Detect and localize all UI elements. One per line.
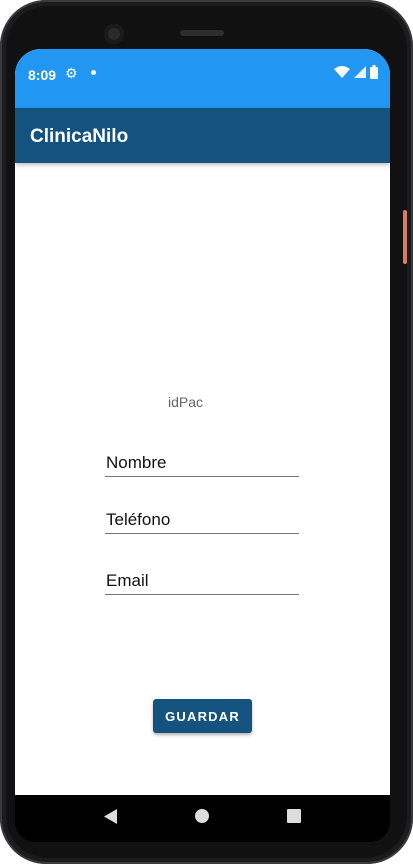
telefono-field (105, 504, 299, 534)
telefono-input[interactable] (105, 504, 299, 533)
home-icon[interactable] (195, 809, 210, 828)
status-bar: 8:09 ⚙ (15, 49, 390, 108)
nombre-field (105, 447, 299, 477)
email-input[interactable] (105, 565, 299, 594)
guardar-button[interactable]: GUARDAR (153, 699, 252, 733)
email-field (105, 565, 299, 595)
app-title: ClinicaNilo (30, 126, 129, 147)
notification-dot-icon (91, 70, 96, 75)
nombre-input[interactable] (105, 447, 299, 476)
front-camera (104, 24, 124, 44)
status-time: 8:09 (28, 67, 57, 83)
app-bar: ClinicaNilo (15, 108, 390, 163)
settings-gear-icon: ⚙ (65, 65, 78, 81)
cell-signal-icon (354, 66, 366, 78)
power-button (403, 210, 407, 264)
battery-icon (370, 65, 378, 79)
status-icons (334, 65, 378, 79)
wifi-icon (334, 65, 350, 79)
earpiece-speaker (180, 30, 224, 36)
id-pac-label: idPac (168, 394, 204, 410)
navigation-bar (15, 795, 390, 842)
device-screen: 8:09 ⚙ ClinicaNilo idPac GUARDAR (15, 49, 390, 795)
recents-icon[interactable] (287, 809, 302, 828)
back-icon[interactable] (103, 808, 118, 829)
